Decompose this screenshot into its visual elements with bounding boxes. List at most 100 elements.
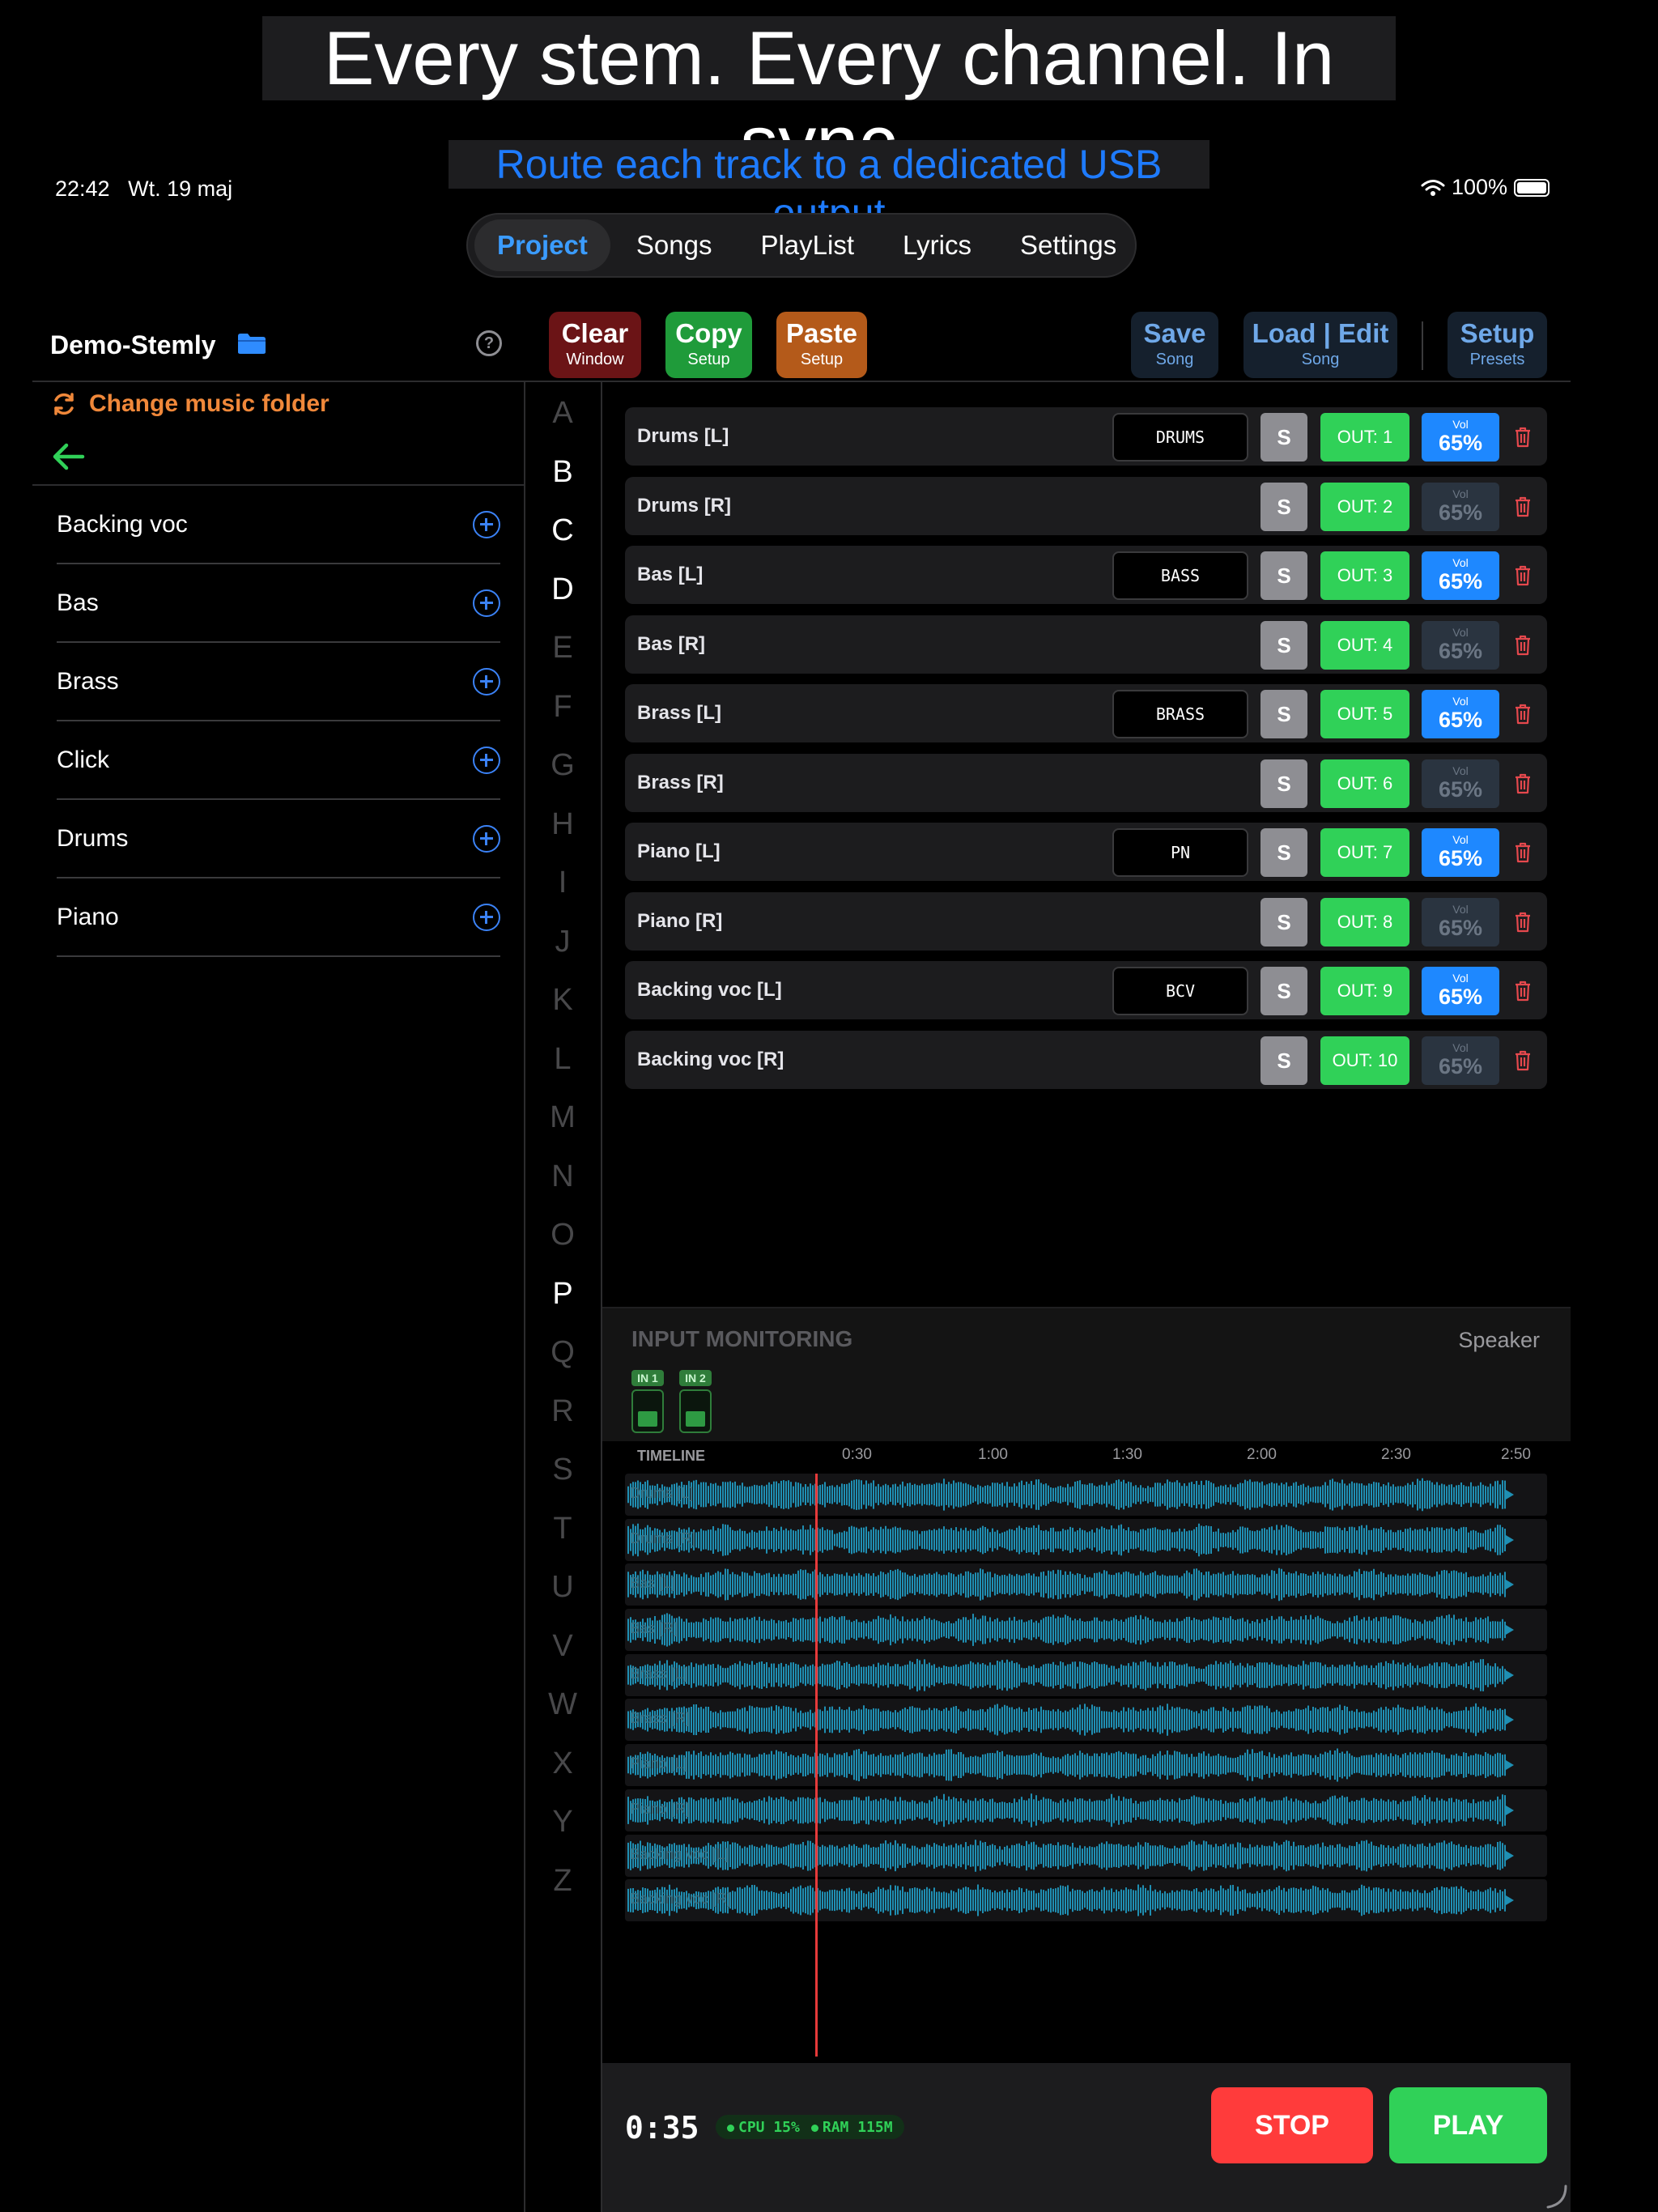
index-letter[interactable]: A xyxy=(526,384,599,443)
list-item[interactable]: Backing voc xyxy=(57,486,500,564)
solo-button[interactable]: S xyxy=(1261,759,1307,808)
index-letter[interactable]: I xyxy=(526,853,599,912)
trash-icon[interactable] xyxy=(1514,635,1532,656)
index-letter[interactable]: Y xyxy=(526,1793,599,1852)
waveform-lane[interactable]: Piano [R] xyxy=(625,1789,1547,1831)
track-row[interactable]: Drums [L] DRUMS S OUT: 1 Vol 65% xyxy=(625,407,1547,466)
solo-button[interactable]: S xyxy=(1261,482,1307,531)
index-letter[interactable]: P xyxy=(526,1265,599,1324)
solo-button[interactable]: S xyxy=(1261,897,1307,946)
output-select-button[interactable]: OUT: 4 xyxy=(1320,620,1409,670)
list-item[interactable]: Brass xyxy=(57,643,500,721)
clear-window-button[interactable]: Clear Window xyxy=(549,312,641,378)
help-icon[interactable]: ? xyxy=(476,330,502,356)
list-item[interactable]: Piano xyxy=(57,878,500,957)
trash-icon[interactable] xyxy=(1514,565,1532,586)
index-letter[interactable]: K xyxy=(526,971,599,1030)
track-row[interactable]: Bas [R] S OUT: 4 Vol 65% xyxy=(625,615,1547,674)
track-tag-field[interactable]: BCV xyxy=(1112,967,1248,1015)
tab-project[interactable]: Project xyxy=(474,219,610,271)
waveform-lane[interactable]: Brass [L] xyxy=(625,1653,1547,1696)
output-select-button[interactable]: OUT: 7 xyxy=(1320,828,1409,877)
add-circle-icon[interactable] xyxy=(473,746,500,774)
volume-control[interactable]: Vol 65% xyxy=(1422,551,1499,600)
solo-button[interactable]: S xyxy=(1261,413,1307,462)
solo-button[interactable]: S xyxy=(1261,1036,1307,1085)
waveform-lane[interactable]: Bas [R] xyxy=(625,1609,1547,1652)
index-letter[interactable]: H xyxy=(526,795,599,854)
trash-icon[interactable] xyxy=(1514,773,1532,794)
index-letter[interactable]: X xyxy=(526,1734,599,1793)
index-letter[interactable]: U xyxy=(526,1558,599,1617)
waveform-lane[interactable]: Backing voc [R] xyxy=(625,1879,1547,1922)
tab-songs[interactable]: Songs xyxy=(614,219,735,271)
solo-button[interactable]: S xyxy=(1261,967,1307,1015)
output-select-button[interactable]: OUT: 3 xyxy=(1320,551,1409,600)
add-circle-icon[interactable] xyxy=(473,589,500,617)
paste-setup-button[interactable]: Paste Setup xyxy=(776,312,867,378)
waveform-lane[interactable]: Brass [R] xyxy=(625,1699,1547,1742)
output-select-button[interactable]: OUT: 9 xyxy=(1320,967,1409,1015)
trash-icon[interactable] xyxy=(1514,842,1532,863)
solo-button[interactable]: S xyxy=(1261,690,1307,738)
save-song-button[interactable]: Save Song xyxy=(1131,312,1218,378)
track-row[interactable]: Piano [R] S OUT: 8 Vol 65% xyxy=(625,891,1547,951)
solo-button[interactable]: S xyxy=(1261,828,1307,877)
tab-playlist[interactable]: PlayList xyxy=(738,219,877,271)
index-letter[interactable]: B xyxy=(526,443,599,502)
output-select-button[interactable]: OUT: 2 xyxy=(1320,482,1409,531)
volume-control[interactable]: Vol 65% xyxy=(1422,967,1499,1015)
volume-control[interactable]: Vol 65% xyxy=(1422,620,1499,670)
trash-icon[interactable] xyxy=(1514,496,1532,517)
trash-icon[interactable] xyxy=(1514,981,1532,1002)
add-circle-icon[interactable] xyxy=(473,510,500,538)
trash-icon[interactable] xyxy=(1514,1050,1532,1071)
volume-control[interactable]: Vol 65% xyxy=(1422,482,1499,531)
monitoring-route[interactable]: Speaker xyxy=(1458,1328,1540,1353)
index-letter[interactable]: G xyxy=(526,736,599,795)
track-row[interactable]: Brass [R] S OUT: 6 Vol 65% xyxy=(625,753,1547,812)
stop-button[interactable]: STOP xyxy=(1211,2087,1373,2163)
playhead[interactable] xyxy=(815,1474,818,2057)
volume-control[interactable]: Vol 65% xyxy=(1422,413,1499,462)
track-row[interactable]: Brass [L] BRASS S OUT: 5 Vol 65% xyxy=(625,684,1547,742)
track-tag-field[interactable]: BRASS xyxy=(1112,690,1248,738)
list-item[interactable]: Bas xyxy=(57,564,500,643)
track-row[interactable]: Drums [R] S OUT: 2 Vol 65% xyxy=(625,476,1547,535)
folder-icon[interactable] xyxy=(236,331,267,355)
volume-control[interactable]: Vol 65% xyxy=(1422,897,1499,946)
index-letter[interactable]: D xyxy=(526,560,599,619)
track-row[interactable]: Backing voc [R] S OUT: 10 Vol 65% xyxy=(625,1030,1547,1089)
output-select-button[interactable]: OUT: 1 xyxy=(1320,413,1409,462)
add-circle-icon[interactable] xyxy=(473,824,500,853)
volume-control[interactable]: Vol 65% xyxy=(1422,759,1499,808)
tab-settings[interactable]: Settings xyxy=(997,219,1139,271)
waveform-lane[interactable]: Drums [R] xyxy=(625,1518,1547,1561)
waveform-lane[interactable]: Piano [L] xyxy=(625,1744,1547,1787)
index-letter[interactable]: R xyxy=(526,1382,599,1441)
add-circle-icon[interactable] xyxy=(473,667,500,696)
index-letter[interactable]: F xyxy=(526,678,599,737)
trash-icon[interactable] xyxy=(1514,427,1532,448)
index-letter[interactable]: T xyxy=(526,1499,599,1559)
tab-lyrics[interactable]: Lyrics xyxy=(880,219,994,271)
output-select-button[interactable]: OUT: 6 xyxy=(1320,759,1409,808)
track-row[interactable]: Backing voc [L] BCV S OUT: 9 Vol 65% xyxy=(625,961,1547,1019)
volume-control[interactable]: Vol 65% xyxy=(1422,1036,1499,1085)
output-select-button[interactable]: OUT: 8 xyxy=(1320,897,1409,946)
track-row[interactable]: Bas [L] BASS S OUT: 3 Vol 65% xyxy=(625,546,1547,604)
index-letter[interactable]: M xyxy=(526,1088,599,1147)
setup-presets-button[interactable]: Setup Presets xyxy=(1448,312,1547,378)
change-music-folder-button[interactable]: Change music folder xyxy=(50,390,329,418)
index-letter[interactable]: Q xyxy=(526,1323,599,1382)
trash-icon[interactable] xyxy=(1514,704,1532,725)
index-letter[interactable]: C xyxy=(526,501,599,560)
index-letter[interactable]: Z xyxy=(526,1852,599,1911)
waveform-lane[interactable]: Backing voc [L] xyxy=(625,1834,1547,1877)
track-row[interactable]: Piano [L] PN S OUT: 7 Vol 65% xyxy=(625,823,1547,881)
track-tag-field[interactable]: DRUMS xyxy=(1112,413,1248,462)
volume-control[interactable]: Vol 65% xyxy=(1422,690,1499,738)
index-letter[interactable]: O xyxy=(526,1206,599,1265)
input-channel-1[interactable]: IN 1 xyxy=(631,1370,664,1433)
waveform-lane[interactable]: Drums [L] xyxy=(625,1474,1547,1516)
